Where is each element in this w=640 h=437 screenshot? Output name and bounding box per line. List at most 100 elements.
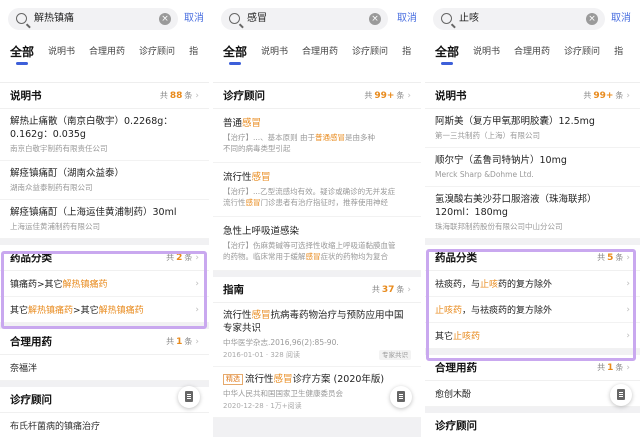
- chevron-right-icon: ›: [195, 253, 199, 263]
- featured-tag: 精选: [223, 374, 243, 385]
- clipboard-icon[interactable]: [390, 386, 412, 408]
- category-item[interactable]: 镇痛药>其它解热镇痛药 ›: [0, 271, 209, 297]
- category-item[interactable]: 止咳药，与祛痰药的复方除外 ›: [425, 297, 640, 323]
- section-header[interactable]: 诊疗顾问: [425, 413, 640, 437]
- header: 感冒 × 取消 全部 说明书 合理用药 诊疗顾问指: [213, 0, 421, 82]
- clipboard-icon[interactable]: [178, 386, 200, 408]
- category-item[interactable]: 其它解热镇痛药>其它解热镇痛药 ›: [0, 297, 209, 323]
- search-icon: [441, 13, 452, 24]
- chevron-right-icon: ›: [626, 278, 630, 289]
- section-title: 诊疗顾问: [223, 90, 265, 102]
- tab-bar: 全部 说明书 合理用药 诊疗顾问指: [435, 40, 637, 66]
- list-item[interactable]: 布氏杆菌病的镇痛治疗: [0, 413, 209, 437]
- list-item[interactable]: 流行性感冒 【治疗】...乙型流感均有效。疑诊或确诊的无并发症 流行性感冒门诊患…: [213, 163, 421, 217]
- section-header[interactable]: 说明书 共 88 条 ›: [0, 83, 209, 109]
- tab-rational-use[interactable]: 合理用药: [89, 45, 125, 59]
- list-item[interactable]: 顺尔宁（孟鲁司特钠片）10mg Merck Sharp &Dohme Ltd.: [425, 148, 640, 187]
- list-item[interactable]: 普通感冒 【治疗】...、基本原则 由于普通感冒是由多种 不同的病毒类型引起: [213, 109, 421, 163]
- list-item[interactable]: 氢溴酸右美沙芬口服溶液（珠海联邦）120ml：180mg 珠海联邦制药股份有限公…: [425, 187, 640, 239]
- section-title: 诊疗顾问: [10, 394, 52, 406]
- section-header[interactable]: 合理用药 共 1 条 ›: [0, 329, 209, 355]
- chevron-right-icon: ›: [626, 253, 630, 263]
- section-drug-category: 药品分类 共 2 条 › 镇痛药>其它解热镇痛药 › 其它解热镇痛药>其它解热镇痛药 ›: [0, 245, 209, 323]
- list-item[interactable]: 阿斯美（复方甲氧那明胶囊）12.5mg 第一三共制药（上海）有限公司: [425, 109, 640, 148]
- tab-instructions[interactable]: 说明书: [48, 45, 75, 59]
- chevron-right-icon: ›: [195, 278, 199, 289]
- list-item[interactable]: 愈创木酚: [425, 381, 640, 407]
- section-header[interactable]: 药品分类 共 5 条 ›: [425, 245, 640, 271]
- clear-icon[interactable]: ×: [369, 13, 381, 25]
- chevron-right-icon: ›: [626, 363, 630, 373]
- section-diagnosis: 诊疗顾问: [425, 413, 640, 437]
- list-item[interactable]: 解痉镇痛酊（上海运佳黄浦制药）30ml 上海运佳黄浦制药有限公司: [0, 200, 209, 239]
- guideline-item[interactable]: 流行性感冒抗病毒药物治疗与预防应用中国专家共识 中华医学杂志.2016,96(2…: [213, 303, 421, 367]
- search-input[interactable]: 感冒 ×: [221, 8, 388, 30]
- chevron-right-icon: ›: [407, 91, 411, 101]
- list-item[interactable]: 解痉镇痛酊（湖南众益泰） 湖南众益泰制药有限公司: [0, 161, 209, 200]
- tab-guide[interactable]: 指: [614, 45, 623, 59]
- chevron-right-icon: ›: [195, 91, 199, 101]
- header: 解热镇痛 × 取消 全部 说明书 合理用药 诊疗顾问指: [0, 0, 209, 82]
- section-rational-use: 合理用药 共 1 条 › 奈福泮: [0, 329, 209, 381]
- screen-1: 解热镇痛 × 取消 全部 说明书 合理用药 诊疗顾问指 说明书 共 88 条 › 解热止痛散…: [0, 0, 209, 437]
- section-title: 合理用药: [435, 362, 477, 374]
- tab-all[interactable]: 全部: [223, 45, 247, 65]
- section-header[interactable]: 药品分类 共 2 条 ›: [0, 245, 209, 271]
- section-title: 说明书: [435, 90, 467, 102]
- section-count: 共 37 条 ›: [371, 285, 411, 295]
- clear-icon[interactable]: ×: [159, 13, 171, 25]
- tab-instructions[interactable]: 说明书: [261, 45, 288, 59]
- screen-3: 止咳 × 取消 全部 说明书 合理用药 诊疗顾问指 说明书 共 99+ 条 › 阿斯美（复方…: [425, 0, 640, 437]
- tab-all[interactable]: 全部: [435, 45, 459, 65]
- screen-2: 感冒 × 取消 全部 说明书 合理用药 诊疗顾问指 诊疗顾问 共 99+ 条 › 普通感冒 …: [213, 0, 421, 437]
- section-title: 药品分类: [10, 252, 52, 264]
- tab-rational-use[interactable]: 合理用药: [514, 45, 550, 59]
- section-diagnosis: 诊疗顾问 共 99+ 条 › 普通感冒 【治疗】...、基本原则 由于普通感冒是由多种…: [213, 82, 421, 271]
- section-instructions: 说明书 共 99+ 条 › 阿斯美（复方甲氧那明胶囊）12.5mg 第一三共制药（上海…: [425, 82, 640, 239]
- list-item[interactable]: 奈福泮: [0, 355, 209, 381]
- section-count: 共 99+ 条 ›: [364, 91, 411, 101]
- cancel-button[interactable]: 取消: [397, 12, 417, 26]
- tab-guide[interactable]: 指: [402, 45, 411, 59]
- search-input[interactable]: 解热镇痛 ×: [8, 8, 178, 30]
- category-item[interactable]: 祛痰药，与止咳药的复方除外 ›: [425, 271, 640, 297]
- chevron-right-icon: ›: [195, 337, 199, 347]
- chevron-right-icon: ›: [626, 91, 630, 101]
- cancel-button[interactable]: 取消: [611, 12, 631, 26]
- section-count: 共 5 条 ›: [597, 253, 630, 263]
- search-query: 止咳: [459, 13, 479, 24]
- clipboard-icon[interactable]: [610, 384, 632, 406]
- section-header[interactable]: 指南 共 37 条 ›: [213, 277, 421, 303]
- chevron-right-icon: ›: [626, 304, 630, 315]
- section-count: 共 1 条 ›: [597, 363, 630, 373]
- section-title: 药品分类: [435, 252, 477, 264]
- section-title: 诊疗顾问: [435, 420, 477, 432]
- tab-bar: 全部 说明书 合理用药 诊疗顾问指: [223, 40, 421, 66]
- section-count: 共 1 条 ›: [166, 337, 199, 347]
- search-input[interactable]: 止咳 ×: [433, 8, 605, 30]
- tab-diagnosis[interactable]: 诊疗顾问: [139, 45, 175, 59]
- section-header[interactable]: 合理用药 共 1 条 ›: [425, 355, 640, 381]
- section-count: 共 99+ 条 ›: [583, 91, 630, 101]
- section-rational-use: 合理用药 共 1 条 › 愈创木酚: [425, 355, 640, 407]
- tab-rational-use[interactable]: 合理用药: [302, 45, 338, 59]
- tab-instructions[interactable]: 说明书: [473, 45, 500, 59]
- tab-diagnosis[interactable]: 诊疗顾问: [564, 45, 600, 59]
- tab-bar: 全部 说明书 合理用药 诊疗顾问指: [10, 40, 209, 66]
- search-icon: [16, 13, 27, 24]
- search-query: 解热镇痛: [34, 13, 74, 24]
- section-instructions: 说明书 共 88 条 › 解热止痛散（南京白敬宇）0.2268g：0.162g：0.0…: [0, 82, 209, 239]
- tab-guide[interactable]: 指: [189, 45, 198, 59]
- header: 止咳 × 取消 全部 说明书 合理用药 诊疗顾问指: [425, 0, 640, 82]
- cancel-button[interactable]: 取消: [184, 12, 204, 26]
- section-header[interactable]: 诊疗顾问 共 99+ 条 ›: [213, 83, 421, 109]
- clear-icon[interactable]: ×: [586, 13, 598, 25]
- list-item[interactable]: 解热止痛散（南京白敬宇）0.2268g：0.162g：0.035g 南京白敬宇制…: [0, 109, 209, 161]
- category-item[interactable]: 其它止咳药 ›: [425, 323, 640, 349]
- chevron-right-icon: ›: [195, 304, 199, 315]
- list-item[interactable]: 急性上呼吸道感染 【治疗】伤麻黄碱等可选择性收缩上呼吸道黏膜血管 的药物。临床常…: [213, 217, 421, 271]
- chevron-right-icon: ›: [626, 330, 630, 341]
- tab-diagnosis[interactable]: 诊疗顾问: [352, 45, 388, 59]
- tab-all[interactable]: 全部: [10, 45, 34, 65]
- section-header[interactable]: 说明书 共 99+ 条 ›: [425, 83, 640, 109]
